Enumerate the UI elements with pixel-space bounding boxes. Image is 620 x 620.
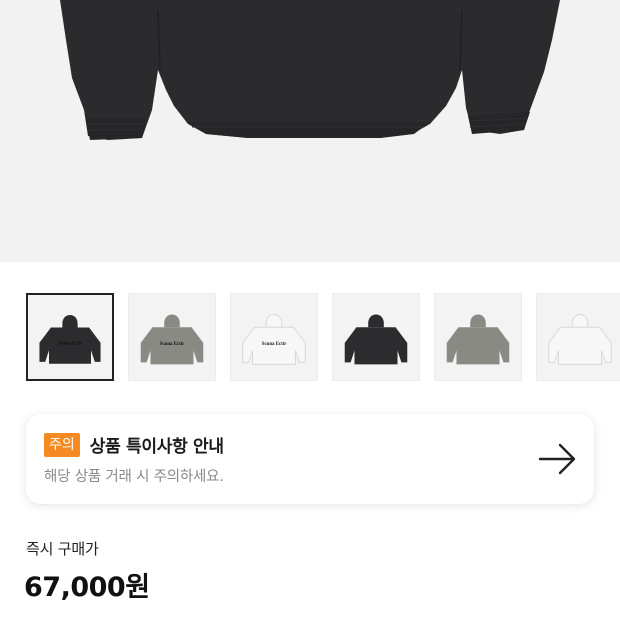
caution-badge: 주의 (44, 432, 80, 457)
notice-header: 주의 상품 특이사항 안내 (44, 432, 224, 457)
thumbnail-black-hoodie-front[interactable]: Scuna Ectir (26, 293, 114, 381)
instant-buy-price: 67,000원 (24, 572, 150, 603)
product-notice-card[interactable]: 주의 상품 특이사항 안내 해당 상품 거래 시 주의하세요. (26, 414, 594, 504)
hoodie-print-text: Scuna Ectir (160, 342, 185, 347)
hoodie-print-text: Scuna Ectir (262, 342, 287, 347)
hoodie-print-text: Scuna Ectir (58, 342, 83, 347)
thumbnail-strip: Scuna Ectir Scuna Ectir Scuna Ectir (26, 293, 620, 381)
hoodie-back-image (60, 0, 560, 140)
hoodie-thumbnail-image (446, 314, 510, 365)
notice-subtitle: 해당 상품 거래 시 주의하세요. (44, 469, 224, 485)
hoodie-thumbnail-image (548, 314, 612, 365)
thumbnail-white-hoodie-back[interactable] (536, 293, 620, 381)
thumbnail-white-hoodie-front[interactable]: Scuna Ectir (230, 293, 318, 381)
notice-title: 상품 특이사항 안내 (89, 437, 224, 457)
hoodie-thumbnail-image (344, 314, 408, 365)
hoodie-thumbnail-image: Scuna Ectir (140, 314, 204, 365)
thumbnail-black-hoodie-back[interactable] (332, 293, 420, 381)
instant-buy-price-label: 즉시 구매가 (26, 540, 99, 558)
product-hero-image[interactable] (0, 0, 620, 262)
thumbnail-gray-hoodie-back[interactable] (434, 293, 522, 381)
hoodie-thumbnail-image: Scuna Ectir (242, 314, 306, 365)
product-page: Scuna Ectir Scuna Ectir Scuna Ectir 주의 상품 … (0, 0, 620, 620)
thumbnail-gray-hoodie-front[interactable]: Scuna Ectir (128, 293, 216, 381)
arrow-right-icon[interactable] (538, 442, 578, 476)
hoodie-thumbnail-image: Scuna Ectir (39, 315, 101, 364)
